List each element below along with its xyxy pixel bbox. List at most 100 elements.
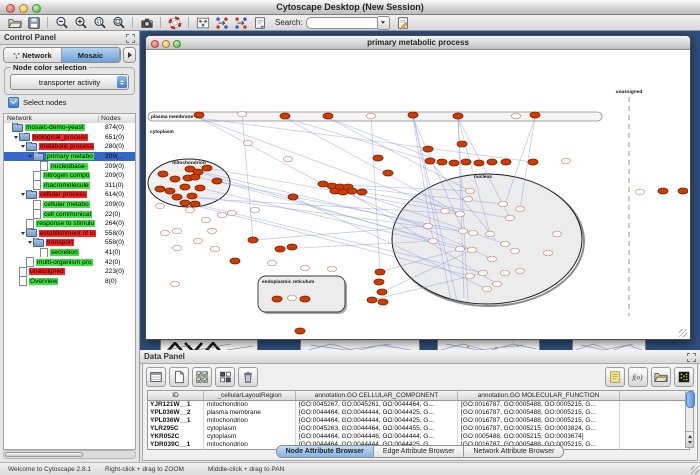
table-cell[interactable]: YPL036W__2 bbox=[148, 409, 204, 417]
table-cell[interactable]: [GO:0016787, GO:0005488, GO:0005215, G..… bbox=[458, 417, 620, 425]
network-canvas[interactable]: plasma membranecytoplasmmitochondrionnuc… bbox=[146, 50, 688, 338]
tree-row[interactable]: secretion41(0) bbox=[4, 248, 135, 258]
tree-row[interactable]: metabolic process280(0) bbox=[4, 142, 135, 152]
tree-row[interactable]: biological_process651(0) bbox=[4, 133, 135, 143]
control-panel-title: Control Panel bbox=[4, 33, 56, 42]
table-row[interactable]: YKR052Ccytoplasm[GO:0044464, GO:0044446,… bbox=[148, 433, 689, 441]
tab-network[interactable]: Network bbox=[4, 48, 62, 62]
table-row[interactable]: YJR121W__1mitochondrion[GO:0045267, GO:0… bbox=[148, 401, 689, 409]
node-color-dropdown[interactable]: transporter activity bbox=[10, 74, 129, 90]
tree-row[interactable]: nucleobase-209(0) bbox=[4, 161, 135, 171]
tree-row[interactable]: cell communicat22(0) bbox=[4, 209, 135, 219]
select-attributes-button[interactable] bbox=[192, 367, 212, 387]
table-cell[interactable]: cytoplasm bbox=[204, 433, 296, 441]
tree-horizontal-scrollbar[interactable] bbox=[3, 450, 136, 459]
table-cell[interactable]: [GO:0016787, GO:0005488, GO:0005215, G..… bbox=[458, 409, 620, 417]
matrix-button[interactable] bbox=[674, 367, 694, 387]
tab-mosaic[interactable]: Mosaic bbox=[62, 48, 120, 62]
page-edit-button[interactable] bbox=[394, 15, 413, 30]
search-input[interactable] bbox=[306, 17, 378, 29]
tree-row[interactable]: cellular process614(0) bbox=[4, 190, 135, 200]
background-window-fragment[interactable] bbox=[572, 339, 646, 350]
table-cell[interactable]: YPL036W__1 bbox=[148, 417, 204, 425]
table-cell[interactable]: [GO:0044464, GO:0044444, GO:0044425, G..… bbox=[296, 409, 458, 417]
table-cell[interactable]: plasma membrane bbox=[204, 409, 296, 417]
new-attribute-button[interactable] bbox=[169, 367, 189, 387]
snapshot-button[interactable] bbox=[137, 15, 156, 30]
formula-builder-button[interactable]: f(o) bbox=[628, 367, 648, 387]
network-window-zoom-button[interactable] bbox=[173, 40, 181, 48]
table-cell[interactable]: cytoplasm bbox=[204, 425, 296, 433]
close-button[interactable] bbox=[6, 4, 15, 13]
tree-row[interactable]: cellular metabo209(0) bbox=[4, 200, 135, 210]
import-attributes-button[interactable] bbox=[651, 367, 671, 387]
table-row[interactable]: YPL036W__1mitochondrion[GO:0044464, GO:0… bbox=[148, 417, 689, 425]
minimize-button[interactable] bbox=[19, 4, 28, 13]
table-vertical-scrollbar[interactable] bbox=[685, 390, 694, 448]
vizmapper-button[interactable] bbox=[193, 15, 212, 30]
tree-row[interactable]: mosaic-demo-yeast874(0) bbox=[4, 123, 135, 133]
annotation-button[interactable] bbox=[250, 15, 269, 30]
table-cell[interactable]: [GO:0016787, GO:0005215, GO:0003824, G..… bbox=[458, 425, 620, 433]
zoom-out-button[interactable] bbox=[52, 15, 71, 30]
zoom-in-button[interactable] bbox=[71, 15, 90, 30]
table-row[interactable]: YLR295Ccytoplasm[GO:0045263, GO:0044464,… bbox=[148, 425, 689, 433]
tree-row[interactable]: macromolecule311(0) bbox=[4, 181, 135, 191]
table-cell[interactable]: [GO:0005488, GO:0005215, GO:0003674] bbox=[458, 433, 620, 441]
network-window-close-button[interactable] bbox=[151, 40, 159, 48]
tree-row[interactable]: transport558(0) bbox=[4, 238, 135, 248]
background-window-fragment[interactable] bbox=[437, 339, 540, 350]
tab-node-attribute-browser[interactable]: Node Attribute Browser bbox=[277, 446, 374, 457]
unselect-attributes-button[interactable] bbox=[215, 367, 235, 387]
tab-network-attribute-browser[interactable]: Network Attribute Browser bbox=[464, 446, 563, 457]
table-row[interactable]: YPL036W__2plasma membrane[GO:0044464, GO… bbox=[148, 409, 689, 417]
select-nodes-checkbox[interactable] bbox=[8, 97, 19, 108]
tab-overflow-button[interactable] bbox=[124, 48, 135, 62]
background-window-fragment[interactable] bbox=[160, 339, 258, 350]
table-cell[interactable]: mitochondrion bbox=[204, 401, 296, 409]
zoom-window-button[interactable] bbox=[32, 4, 41, 13]
attribute-table-button[interactable] bbox=[146, 367, 166, 387]
table-cell[interactable]: mitochondrion bbox=[204, 417, 296, 425]
table-cell[interactable]: [GO:0044464, GO:0044446, GO:0044444, G..… bbox=[296, 433, 458, 441]
zoom-fit-button[interactable] bbox=[109, 15, 128, 30]
float-panel-icon[interactable] bbox=[687, 353, 696, 362]
desktop-background: primary metabolic process plasma membran… bbox=[140, 31, 700, 350]
tree-row[interactable]: unassigned223(0) bbox=[4, 267, 135, 277]
network-window-minimize-button[interactable] bbox=[162, 40, 170, 48]
layout-red-button[interactable] bbox=[231, 15, 250, 30]
column-header[interactable]: annotation.GO CELLULAR_COMPONENT bbox=[296, 391, 458, 400]
table-cell[interactable]: YLR295C bbox=[148, 425, 204, 433]
delete-attribute-button[interactable] bbox=[238, 367, 258, 387]
tree-row[interactable]: establishment of lo558(0) bbox=[4, 229, 135, 239]
tree-row[interactable]: primary metabo209(... bbox=[4, 152, 135, 162]
tree-row[interactable]: Overview8(0) bbox=[4, 277, 135, 287]
background-window-fragment[interactable] bbox=[300, 339, 420, 350]
zoom-selected-button[interactable] bbox=[90, 15, 109, 30]
file-icon bbox=[26, 257, 34, 267]
table-cell[interactable]: [GO:0016787, GO:0005488, GO:0005215, G..… bbox=[458, 401, 620, 409]
search-dropdown-button[interactable] bbox=[378, 16, 390, 30]
column-header[interactable]: ID bbox=[148, 391, 204, 400]
tree-row[interactable]: multi-organism pro42(0) bbox=[4, 257, 135, 267]
tree-row[interactable]: nitrogen compo209(0) bbox=[4, 171, 135, 181]
save-button[interactable] bbox=[24, 15, 43, 30]
scrollbar-thumb[interactable] bbox=[686, 391, 695, 408]
help-button[interactable] bbox=[165, 15, 184, 30]
table-cell[interactable]: YJR121W__1 bbox=[148, 401, 204, 409]
column-header[interactable]: annotation.GO MOLECULAR_FUNCTION bbox=[458, 391, 620, 400]
window-resize-grip[interactable] bbox=[691, 466, 699, 474]
network-window-resize-grip[interactable] bbox=[679, 329, 687, 337]
layout-blue-button[interactable] bbox=[212, 15, 231, 30]
network-window-titlebar[interactable]: primary metabolic process bbox=[146, 36, 690, 50]
table-cell[interactable]: [GO:0045263, GO:0044464, GO:0044455, G..… bbox=[296, 425, 458, 433]
table-cell[interactable]: [GO:0045267, GO:0045261, GO:0044464, G..… bbox=[296, 401, 458, 409]
float-panel-icon[interactable] bbox=[126, 34, 135, 43]
table-cell[interactable]: [GO:0044464, GO:0044444, GO:0044425, G..… bbox=[296, 417, 458, 425]
tree-row[interactable]: response to stimulu264(0) bbox=[4, 219, 135, 229]
notes-button[interactable] bbox=[605, 367, 625, 387]
column-header[interactable]: _cellularLayoutRegion bbox=[204, 391, 296, 400]
open-file-button[interactable] bbox=[5, 15, 24, 30]
tab-edge-attribute-browser[interactable]: Edge Attribute Browser bbox=[374, 446, 465, 457]
table-cell[interactable]: YKR052C bbox=[148, 433, 204, 441]
